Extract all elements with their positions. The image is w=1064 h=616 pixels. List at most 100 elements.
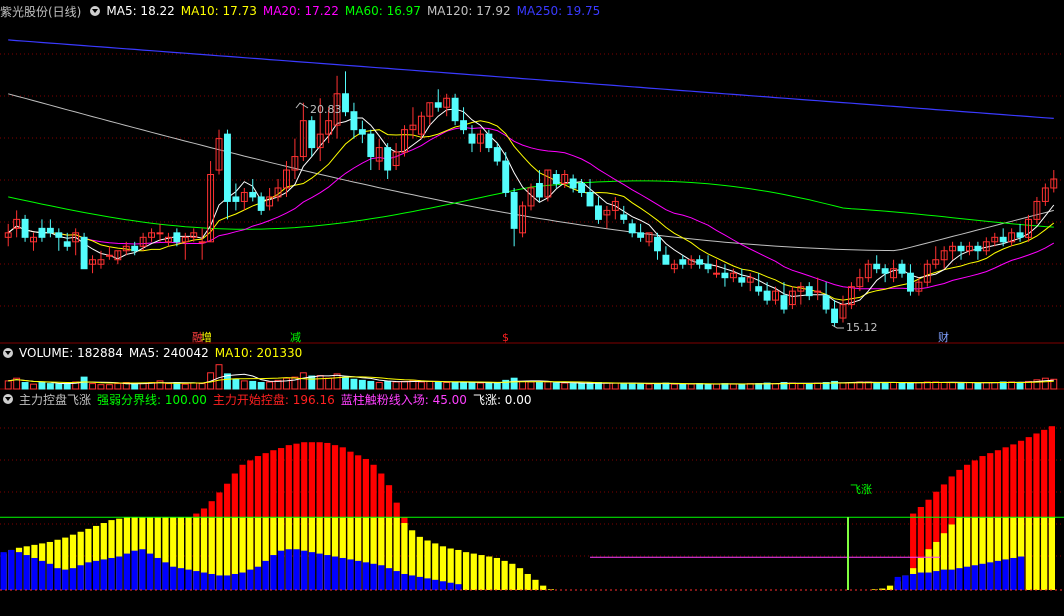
indicator-blue-bar <box>910 573 917 590</box>
candle-body <box>569 178 577 189</box>
candle-body <box>80 236 88 270</box>
indicator-yellow-bar <box>501 560 508 590</box>
candle-body <box>831 308 839 324</box>
volume-bar <box>333 373 341 390</box>
volume-bar <box>603 382 611 390</box>
volume-bar <box>569 383 577 390</box>
volume-bar <box>342 376 349 390</box>
volume-bar <box>308 375 316 390</box>
volume-bar <box>1008 381 1016 390</box>
volume-bar <box>485 382 493 390</box>
candle-body <box>131 245 139 252</box>
candle-body <box>578 182 586 193</box>
indicator-yellow-bar <box>462 552 470 590</box>
volume-bar <box>249 380 257 390</box>
indicator-blue-bar <box>85 562 92 590</box>
candle-body <box>460 120 467 131</box>
volume-bar <box>232 378 240 390</box>
candle-body <box>156 232 164 235</box>
indicator-blue-bar <box>0 552 7 590</box>
volume-bar <box>814 382 822 390</box>
indicator-blue-bar <box>131 550 138 590</box>
indicator-blue-bar <box>170 566 177 590</box>
candle-body <box>704 263 712 270</box>
volume-bar <box>190 382 198 390</box>
volume-bar <box>890 382 898 390</box>
volume-bar <box>519 380 527 390</box>
candle-body <box>451 97 459 122</box>
indicator-blue-bar <box>347 559 354 590</box>
indicator-blue-bar <box>247 569 254 590</box>
candle-body <box>780 295 788 310</box>
indicator-blue-bar <box>378 565 385 590</box>
indicator-blue-bar <box>231 573 238 590</box>
candle-body <box>257 196 265 211</box>
candle-body <box>21 218 29 238</box>
volume-bar <box>535 382 543 390</box>
indicator-blue-bar <box>987 562 994 590</box>
candle-body <box>906 272 914 292</box>
volume-bar <box>527 381 535 390</box>
indicator-blue-bar <box>293 549 300 590</box>
indicator-yellow-bar <box>1048 517 1055 590</box>
volume-bar <box>729 383 737 390</box>
indicator-blue-bar <box>216 575 223 590</box>
indicator-yellow-bar <box>478 555 485 590</box>
volume-bar <box>991 382 999 390</box>
indicator-yellow-bar <box>493 557 501 590</box>
volume-bar <box>181 383 189 390</box>
indicator-blue-bar <box>948 569 955 590</box>
candle-body <box>46 227 54 234</box>
volume-bar <box>114 383 122 390</box>
indicator-blue-bar <box>146 553 154 590</box>
volume-bar <box>493 382 501 390</box>
volume-bar <box>38 382 46 390</box>
volume-bar <box>966 382 973 390</box>
marker-zeng: 增 <box>201 330 212 344</box>
volume-bar <box>426 380 434 390</box>
indicator-blue-bar <box>362 562 369 590</box>
candle-body <box>552 174 560 184</box>
volume-bar <box>325 377 333 390</box>
volume-bar <box>4 380 12 390</box>
volume-bar <box>55 383 63 390</box>
volume-bar <box>460 382 467 390</box>
candle-body <box>1016 232 1024 238</box>
ma120-line <box>8 93 1054 252</box>
volume-bar <box>164 383 172 390</box>
marker-jian: 减 <box>290 331 301 344</box>
candle-body <box>595 205 602 220</box>
low-pointer <box>831 324 844 329</box>
indicator-blue-bar <box>393 571 400 590</box>
indicator-blue-bar <box>193 571 200 590</box>
indicator-blue-bar <box>23 555 30 590</box>
volume-bar <box>915 382 923 390</box>
indicator-yellow-bar <box>1025 517 1032 590</box>
volume-bar <box>468 382 476 390</box>
volume-bar <box>628 382 636 390</box>
volume-bar <box>696 383 704 390</box>
indicator-blue-bar <box>285 549 292 590</box>
volume-bar <box>80 376 88 390</box>
volume-bar <box>375 382 383 390</box>
volume-bar <box>299 372 307 390</box>
indicator-blue-bar <box>355 560 362 590</box>
candle-body <box>198 241 206 244</box>
volume-bar <box>131 383 139 390</box>
candle-body <box>696 259 704 265</box>
volume-bar <box>266 381 274 390</box>
indicator-blue-bar <box>270 555 277 590</box>
candle-body <box>974 245 982 252</box>
stock-chart[interactable]: 20.83 15.12 融 增 减 $ 财 飞涨 <box>0 0 1064 616</box>
indicator-blue-bar <box>239 572 246 590</box>
volume-bar <box>873 382 881 390</box>
volume-bar <box>291 376 299 390</box>
volume-bar <box>198 383 206 390</box>
volume-bar <box>392 381 400 390</box>
volume-bar <box>578 383 586 390</box>
indicator-blue-bar <box>15 552 23 590</box>
candle-body <box>713 272 720 275</box>
volume-bar <box>839 382 847 390</box>
candle-body <box>957 245 965 252</box>
volume-bar <box>1016 382 1024 390</box>
